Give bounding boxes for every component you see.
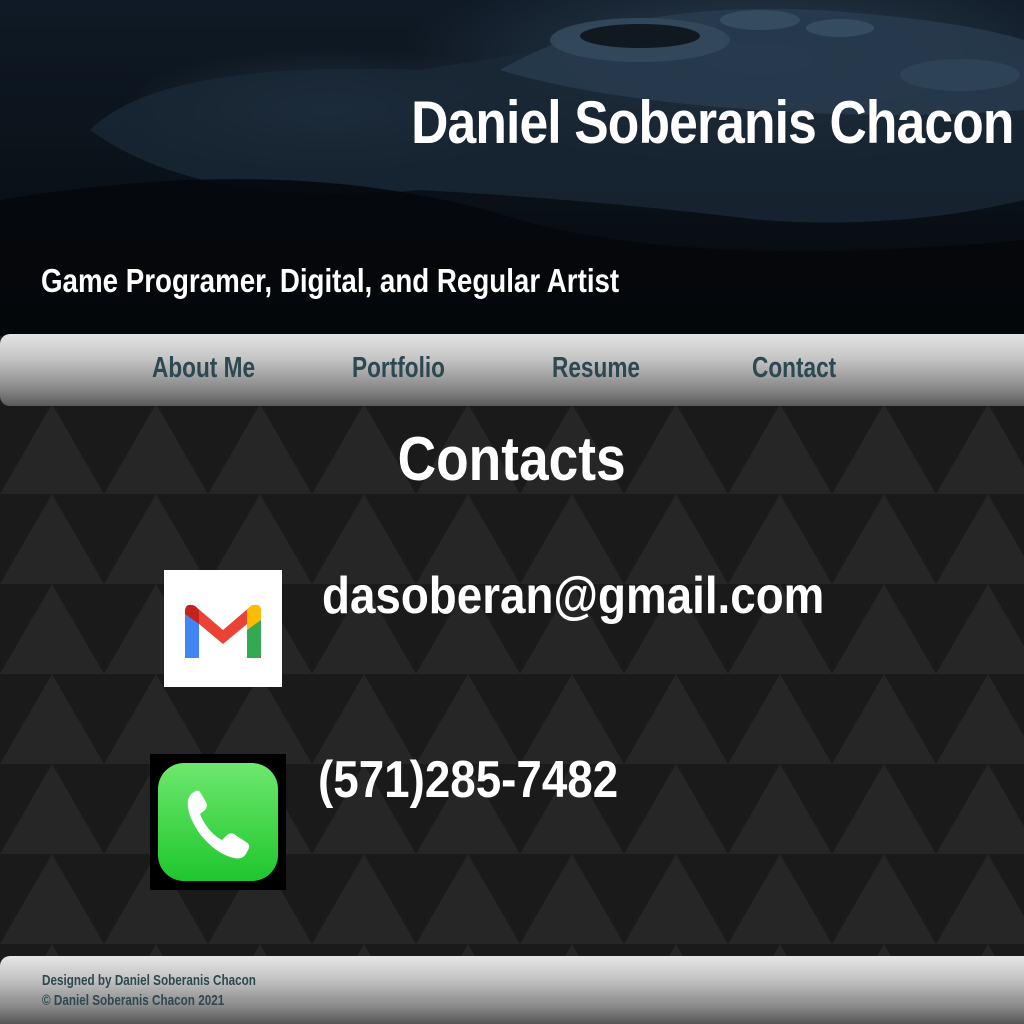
nav-contact[interactable]: Contact bbox=[752, 352, 836, 385]
site-title: Daniel Soberanis Chacon bbox=[411, 89, 1015, 156]
main-nav: About Me Portfolio Resume Contact bbox=[0, 334, 1024, 406]
phone-number[interactable]: (571)285-7482 bbox=[318, 750, 618, 810]
phone-icon[interactable] bbox=[150, 754, 286, 890]
nav-portfolio[interactable]: Portfolio bbox=[352, 352, 445, 385]
site-header: Daniel Soberanis Chacon Game Programer, … bbox=[0, 0, 1024, 336]
site-footer: Designed by Daniel Soberanis Chacon © Da… bbox=[0, 956, 1024, 1024]
email-address[interactable]: dasoberan@gmail.com bbox=[322, 566, 824, 626]
contacts-heading: Contacts bbox=[397, 425, 627, 494]
nav-about-me[interactable]: About Me bbox=[152, 352, 255, 385]
gmail-icon[interactable] bbox=[164, 570, 282, 687]
nav-resume[interactable]: Resume bbox=[552, 352, 640, 385]
footer-designed-by: Designed by Daniel Soberanis Chacon bbox=[42, 972, 256, 989]
footer-copyright: © Daniel Soberanis Chacon 2021 bbox=[42, 992, 225, 1009]
contacts-section: Contacts dasoberan@gmail.com (571)285-74… bbox=[0, 406, 1024, 956]
site-tagline: Game Programer, Digital, and Regular Art… bbox=[41, 262, 620, 299]
